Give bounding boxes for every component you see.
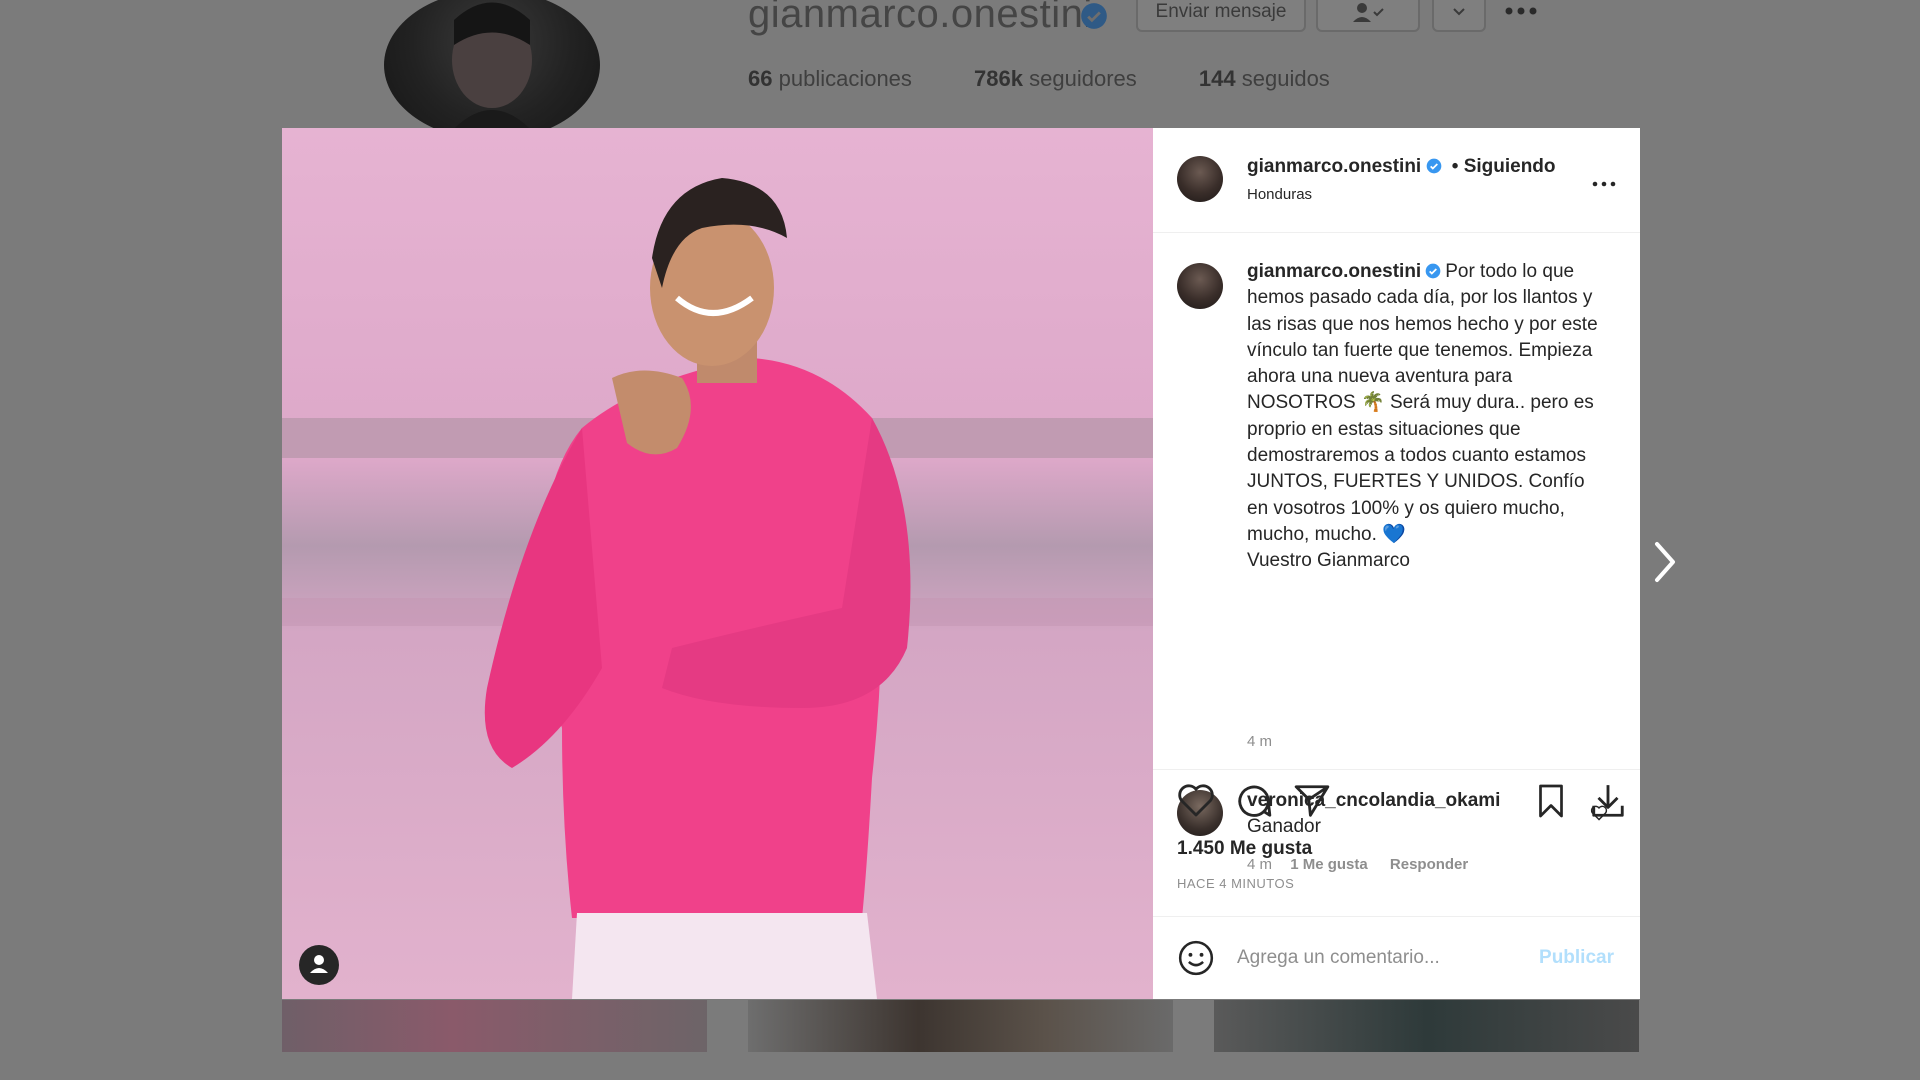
post-sidebar: gianmarco.onestini • Siguiendo Honduras … [1153,128,1640,999]
post-caption: gianmarco.onestini Por todo lo que hemos … [1247,259,1607,575]
author-avatar[interactable] [1177,156,1223,202]
user-check-icon [1353,3,1384,22]
post-header: gianmarco.onestini • Siguiendo Honduras [1153,128,1640,233]
profile-username: gianmarco.onestini [748,0,1093,36]
posts-count[interactable]: 66 publicaciones [748,66,912,91]
following-button[interactable] [1316,0,1420,32]
profile-avatar [384,0,600,140]
grid-thumbnail[interactable] [748,1000,1173,1052]
heart-icon[interactable] [1177,782,1215,818]
verified-badge-icon [1425,263,1441,279]
profile-stats: 66 publicaciones 786k seguidores 144 seg… [748,66,1386,92]
follow-status[interactable]: • Siguiendo [1452,156,1556,177]
verified-badge-icon [1427,158,1442,174]
posted-time[interactable]: HACE 4 MINUTOS [1177,876,1294,891]
publish-button[interactable]: Publicar [1539,947,1614,969]
send-message-button[interactable]: Enviar mensaje [1136,0,1306,32]
likes-count[interactable]: 1.450 Me gusta [1177,838,1312,860]
author-line: gianmarco.onestini • Siguiendo [1247,156,1556,178]
post-photo[interactable] [282,128,1153,999]
chevron-right-icon[interactable] [1652,540,1678,584]
comments-section[interactable]: gianmarco.onestini Por todo lo que hemos … [1153,233,1640,873]
grid-thumbnail[interactable] [282,1000,707,1052]
followers-count[interactable]: 786k seguidores [974,66,1137,91]
comment-icon[interactable] [1235,782,1273,820]
caption-username[interactable]: gianmarco.onestini [1247,261,1421,282]
more-options-icon[interactable] [1504,4,1538,18]
author-username[interactable]: gianmarco.onestini [1247,156,1421,177]
post-modal: gianmarco.onestini • Siguiendo Honduras … [282,128,1640,999]
verified-badge-icon [1081,3,1107,29]
download-icon[interactable] [1589,782,1627,820]
more-options-icon[interactable] [1592,164,1616,195]
grid-thumbnail[interactable] [1214,1000,1639,1052]
bookmark-icon[interactable] [1533,782,1569,820]
user-tag-icon[interactable] [298,944,340,986]
comment-input[interactable] [1235,941,1519,975]
post-image-illustration [282,178,1153,999]
following-count[interactable]: 144 seguidos [1199,66,1330,91]
post-actions: 1.450 Me gusta HACE 4 MINUTOS Publicar [1153,769,1640,999]
chevron-down-icon [1453,8,1465,16]
suggestions-dropdown-button[interactable] [1432,0,1486,32]
caption-text: Por todo lo que hemos pasado cada día, p… [1247,261,1598,572]
author-avatar[interactable] [1177,263,1223,309]
paper-plane-icon[interactable] [1293,782,1331,820]
post-location[interactable]: Honduras [1247,186,1312,203]
caption-time[interactable]: 4 m [1247,733,1272,750]
emoji-icon[interactable] [1177,939,1215,977]
add-comment-bar: Publicar [1153,916,1640,999]
